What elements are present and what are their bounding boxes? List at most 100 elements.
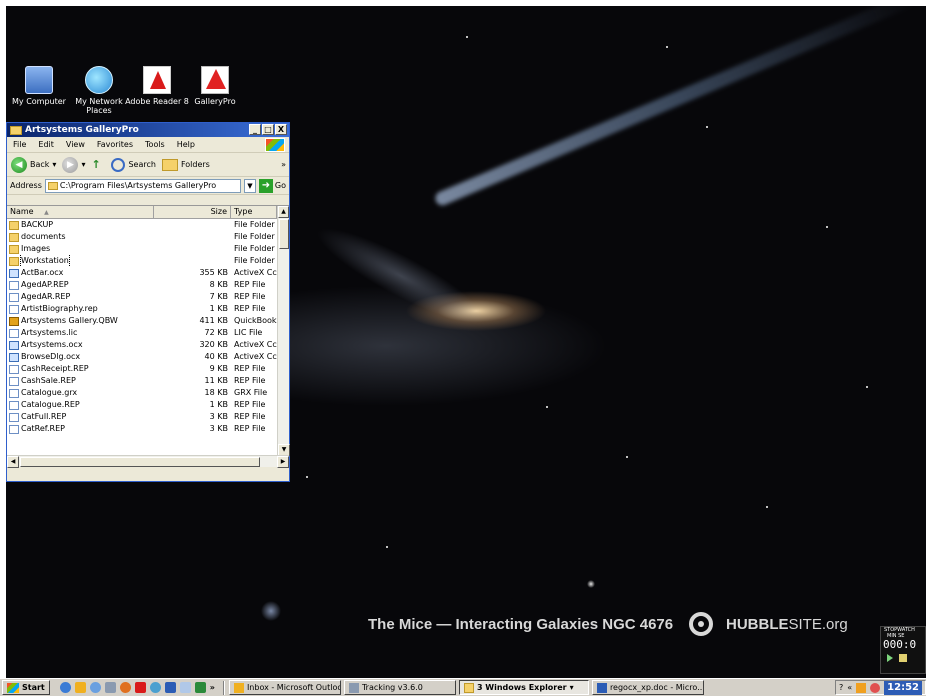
column-header-size[interactable]: Size: [154, 206, 231, 218]
horizontal-scrollbar[interactable]: ◀ ▶: [7, 455, 289, 468]
menu-tools[interactable]: Tools: [139, 140, 171, 149]
file-row[interactable]: Artsystems.ocx 320 KB ActiveX Cc: [7, 339, 277, 351]
file-type: REP File: [234, 292, 266, 301]
menu-file[interactable]: File: [7, 140, 32, 149]
messenger-icon[interactable]: [149, 682, 161, 693]
file-type: GRX File: [234, 388, 268, 397]
windows-logo-icon: [7, 682, 19, 693]
tray-app-icon[interactable]: [856, 682, 867, 693]
outlook-icon[interactable]: [74, 682, 86, 693]
file-row[interactable]: Workstation File Folder: [7, 255, 277, 267]
file-row[interactable]: BACKUP File Folder: [7, 219, 277, 231]
media-icon[interactable]: [89, 682, 101, 693]
back-button[interactable]: ◀ Back ▾: [11, 156, 56, 173]
tracking-icon: [348, 682, 359, 693]
minimize-button[interactable]: _: [249, 124, 261, 135]
file-row[interactable]: CatFull.REP 3 KB REP File: [7, 411, 277, 423]
window-titlebar[interactable]: Artsystems GalleryPro _ □ X: [7, 123, 289, 137]
maximize-button[interactable]: □: [262, 124, 274, 135]
file-name: BACKUP: [21, 220, 54, 229]
file-row[interactable]: ArtistBiography.rep 1 KB REP File: [7, 303, 277, 315]
star: [546, 406, 548, 408]
search-button[interactable]: Search: [111, 157, 156, 172]
file-name: Catalogue.REP: [21, 400, 80, 409]
address-label: Address: [10, 181, 42, 190]
scroll-right-button[interactable]: ▶: [277, 456, 289, 468]
vertical-scrollbar[interactable]: ▲ ▼: [277, 206, 290, 456]
clock[interactable]: 12:52: [884, 680, 922, 695]
menu-edit[interactable]: Edit: [32, 140, 60, 149]
file-type: File Folder: [234, 256, 275, 265]
folders-button[interactable]: Folders: [161, 158, 210, 171]
file-row[interactable]: Catalogue.REP 1 KB REP File: [7, 399, 277, 411]
tray-chevron-button[interactable]: «: [847, 683, 852, 692]
star: [826, 226, 828, 228]
taskbar-button-word[interactable]: regocx_xp.doc - Micro...: [591, 680, 704, 695]
up-folder-button[interactable]: ↑: [91, 158, 105, 172]
excel-icon[interactable]: [194, 682, 206, 693]
menu-help[interactable]: Help: [171, 140, 201, 149]
file-row[interactable]: CashReceipt.REP 9 KB REP File: [7, 363, 277, 375]
address-input[interactable]: C:\Program Files\Artsystems GalleryPro: [44, 178, 241, 193]
column-header-name[interactable]: Name ▲: [7, 206, 154, 218]
file-row[interactable]: AgedAP.REP 8 KB REP File: [7, 279, 277, 291]
column-header-type[interactable]: Type: [231, 206, 277, 218]
menu-view[interactable]: View: [60, 140, 91, 149]
chevron-down-icon[interactable]: ▾: [81, 160, 85, 169]
taskbar-button-tracking[interactable]: Tracking v3.6.0: [343, 680, 456, 695]
file-size: 7 KB: [209, 292, 228, 301]
file-row[interactable]: CatRef.REP 3 KB REP File: [7, 423, 277, 435]
chevron-down-icon[interactable]: ▾: [52, 160, 56, 169]
go-button[interactable]: ➜ Go: [258, 178, 286, 193]
file-type: QuickBooks: [234, 316, 277, 325]
play-icon[interactable]: [887, 654, 893, 662]
scroll-thumb[interactable]: [279, 219, 289, 249]
word-icon: [596, 682, 607, 693]
file-row[interactable]: Artsystems.lic 72 KB LIC File: [7, 327, 277, 339]
file-name-cell: CatFull.REP: [7, 411, 154, 423]
quick-launch-overflow-button[interactable]: »: [210, 683, 215, 692]
file-row[interactable]: ActBar.ocx 355 KB ActiveX Cc: [7, 267, 277, 279]
tracking-icon[interactable]: [104, 682, 116, 693]
firefox-icon[interactable]: [119, 682, 131, 693]
start-button[interactable]: Start: [2, 680, 50, 695]
file-name: BrowseDlg.ocx: [21, 352, 81, 361]
scroll-left-button[interactable]: ◀: [7, 456, 19, 468]
notepad-icon[interactable]: [179, 682, 191, 693]
stop-icon[interactable]: [899, 654, 907, 662]
back-arrow-icon: ◀: [11, 156, 27, 173]
file-row[interactable]: AgedAR.REP 7 KB REP File: [7, 291, 277, 303]
acrobat-icon[interactable]: [134, 682, 146, 693]
desktop-icon-gallerypro[interactable]: GalleryPro: [180, 66, 250, 106]
help-icon[interactable]: ?: [839, 683, 843, 692]
scroll-up-button[interactable]: ▲: [278, 206, 289, 218]
toolbar-overflow-button[interactable]: »: [281, 160, 286, 169]
outlook-icon: [233, 682, 244, 693]
file-row[interactable]: CashSale.REP 11 KB REP File: [7, 375, 277, 387]
chevron-down-icon[interactable]: ▾: [570, 683, 574, 692]
file-type: REP File: [234, 280, 266, 289]
network-tray-icon[interactable]: [870, 682, 881, 693]
ie-icon[interactable]: [59, 682, 71, 693]
taskbar-button-outlook[interactable]: Inbox - Microsoft Outlook: [228, 680, 341, 695]
word-icon[interactable]: [164, 682, 176, 693]
address-dropdown-button[interactable]: ▼: [243, 178, 256, 193]
horizontal-scroll-thumb[interactable]: [20, 457, 260, 467]
stopwatch-time: 000:0: [883, 638, 917, 651]
taskbar-button-windows-explorer[interactable]: 3 Windows Explorer ▾: [458, 680, 589, 695]
hubble-brand-bold: HUBBLE: [726, 616, 789, 633]
file-size: 18 KB: [204, 388, 228, 397]
file-row[interactable]: documents File Folder: [7, 231, 277, 243]
file-size: 11 KB: [204, 376, 228, 385]
galaxy-glow: [307, 213, 495, 339]
toolbar: ◀ Back ▾ ▶ ▾ ↑ Search Folders »: [7, 153, 289, 177]
forward-button[interactable]: ▶ ▾: [62, 156, 85, 173]
file-row[interactable]: Images File Folder: [7, 243, 277, 255]
file-row[interactable]: Catalogue.grx 18 KB GRX File: [7, 387, 277, 399]
close-button[interactable]: X: [275, 124, 287, 135]
file-row[interactable]: Artsystems Gallery.QBW 411 KB QuickBooks: [7, 315, 277, 327]
menu-favorites[interactable]: Favorites: [91, 140, 139, 149]
file-icon: [9, 376, 19, 386]
file-row[interactable]: BrowseDlg.ocx 40 KB ActiveX Cc: [7, 351, 277, 363]
file-rows: BACKUP File Folder documents File Folder Ima…: [7, 219, 277, 435]
